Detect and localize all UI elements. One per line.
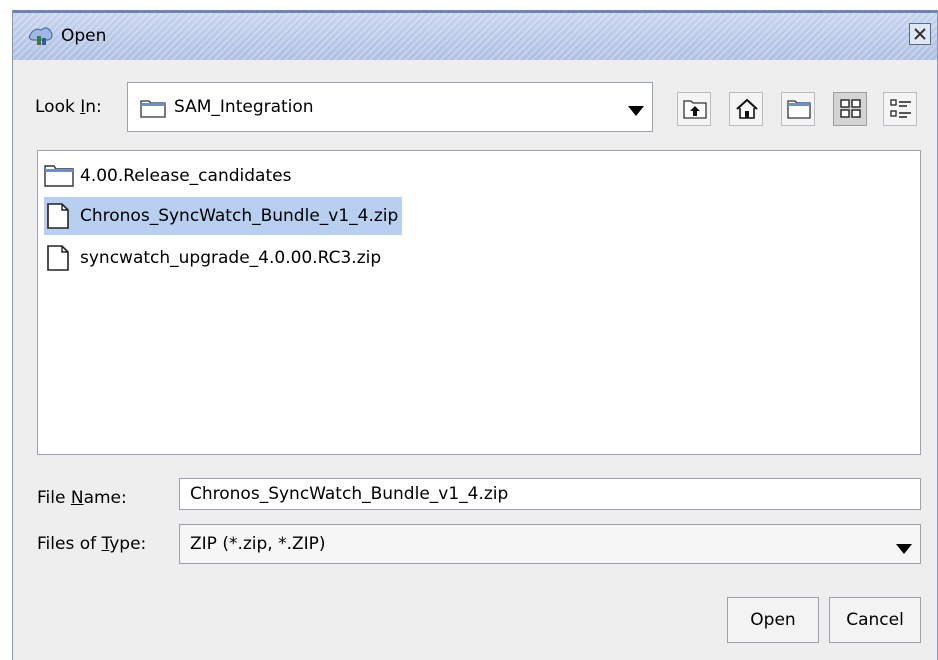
list-item-folder[interactable]: 4.00.Release_candidates	[44, 157, 295, 195]
folder-icon	[140, 98, 166, 123]
file-icon	[44, 203, 74, 229]
folder-icon	[44, 163, 74, 189]
look-in-combo[interactable]: SAM_Integration	[127, 82, 653, 132]
file-name-label-mnemonic: N	[70, 488, 84, 508]
new-folder-icon	[787, 100, 811, 119]
details-view-icon	[890, 99, 911, 118]
window-title: Open	[61, 26, 107, 46]
list-item-label: syncwatch_upgrade_4.0.00.RC3.zip	[80, 248, 382, 268]
chevron-down-icon[interactable]	[628, 101, 644, 121]
list-view-button[interactable]	[833, 92, 867, 126]
file-list[interactable]: 4.00.Release_candidates Chronos_SyncWatc…	[37, 150, 921, 455]
list-item-file-selected[interactable]: Chronos_SyncWatch_Bundle_v1_4.zip	[44, 197, 403, 235]
list-item-file[interactable]: syncwatch_upgrade_4.0.00.RC3.zip	[44, 239, 385, 277]
look-in-label-b: n:	[85, 97, 102, 117]
look-in-label-a: Look	[35, 97, 81, 117]
list-item-label: Chronos_SyncWatch_Bundle_v1_4.zip	[80, 206, 399, 226]
list-item-label: 4.00.Release_candidates	[80, 166, 292, 186]
up-one-level-button[interactable]	[677, 92, 711, 126]
new-folder-button[interactable]	[781, 92, 815, 126]
app-icon	[27, 23, 55, 49]
open-button[interactable]: Open	[727, 597, 819, 643]
files-of-type-label-a: Files of	[37, 534, 102, 554]
file-icon	[44, 245, 74, 271]
file-name-label: File Name:	[37, 488, 127, 508]
home-button[interactable]	[729, 92, 763, 126]
cancel-button[interactable]: Cancel	[829, 597, 921, 643]
up-one-level-icon	[683, 100, 707, 119]
list-view-icon	[840, 99, 861, 118]
files-of-type-label-b: ype:	[109, 534, 147, 554]
files-of-type-value: ZIP (*.zip, *.ZIP)	[190, 534, 326, 554]
chevron-down-icon[interactable]	[896, 539, 912, 559]
close-button[interactable]	[909, 23, 931, 45]
details-view-button[interactable]	[883, 92, 917, 126]
files-of-type-combo[interactable]: ZIP (*.zip, *.ZIP)	[179, 524, 921, 564]
file-name-input[interactable]: Chronos_SyncWatch_Bundle_v1_4.zip	[179, 478, 921, 510]
look-in-label: Look In:	[35, 97, 102, 117]
look-in-value: SAM_Integration	[174, 97, 314, 117]
title-bar[interactable]: Open	[13, 10, 937, 60]
file-name-label-a: File	[37, 488, 71, 508]
file-name-label-b: ame:	[83, 488, 127, 508]
open-dialog: Open Look In: SAM_Integration 4.00.Relea…	[12, 10, 938, 660]
files-of-type-label: Files of Type:	[37, 534, 146, 554]
close-icon	[914, 28, 926, 40]
home-icon	[736, 98, 758, 119]
